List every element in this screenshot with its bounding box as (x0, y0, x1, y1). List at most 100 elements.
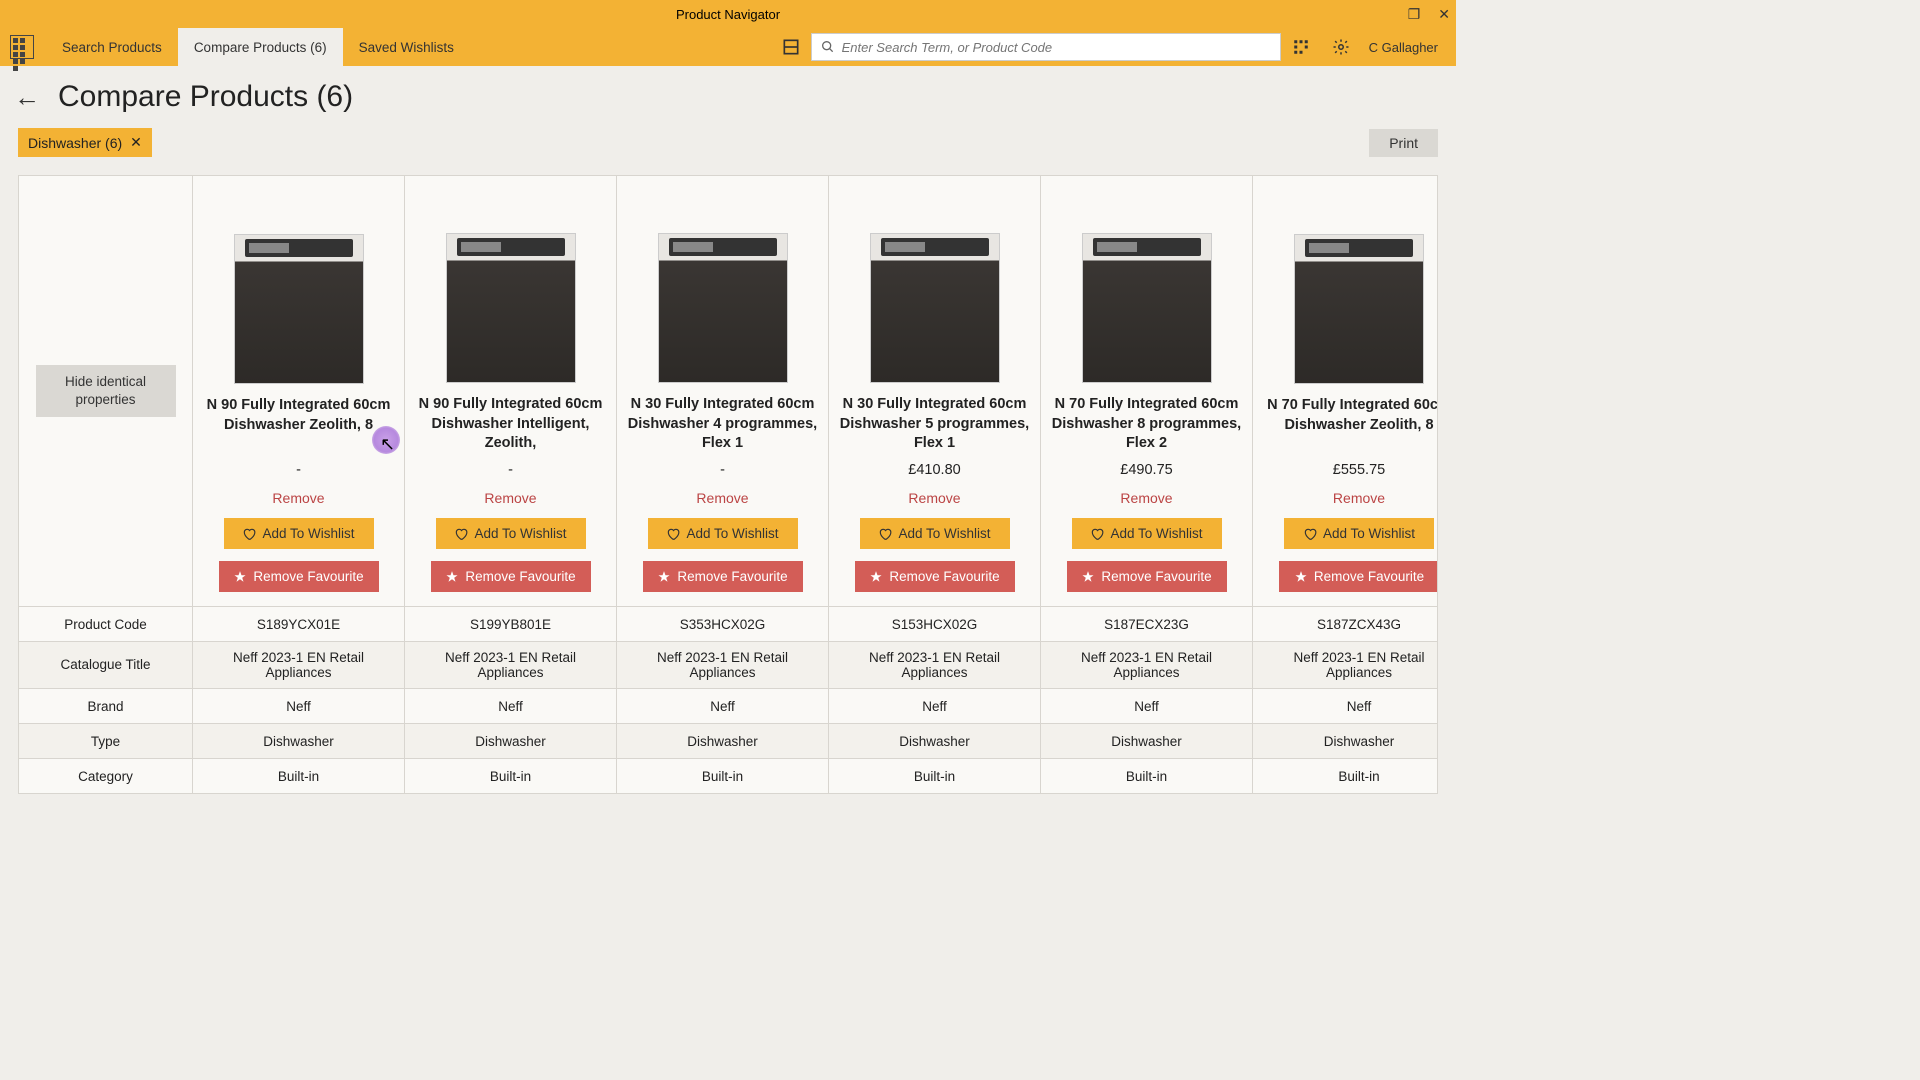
window-titlebar: Product Navigator ❐ ✕ (0, 0, 1456, 28)
remove-favourite-button[interactable]: Remove Favourite (219, 561, 379, 592)
row-value: Built-in (1253, 759, 1438, 793)
product-image[interactable] (870, 233, 1000, 383)
row-value: Neff (617, 689, 828, 723)
heart-icon (454, 527, 468, 541)
window-close-icon[interactable]: ✕ (1438, 6, 1450, 23)
row-label: Catalogue Title (19, 642, 192, 686)
product-column: N 70 Fully Integrated 60cm Dishwasher 8 … (1041, 176, 1253, 606)
add-wishlist-button[interactable]: Add To Wishlist (860, 518, 1010, 549)
product-column: N 90 Fully Integrated 60cm Dishwasher In… (405, 176, 617, 606)
row-value: Neff (1041, 689, 1252, 723)
product-name: N 30 Fully Integrated 60cm Dishwasher 5 … (839, 395, 1030, 454)
remove-link[interactable]: Remove (908, 490, 960, 506)
remove-link[interactable]: Remove (484, 490, 536, 506)
product-column: N 30 Fully Integrated 60cm Dishwasher 5 … (829, 176, 1041, 606)
row-value: Built-in (829, 759, 1040, 793)
star-icon (657, 570, 671, 584)
window-maximize-icon[interactable]: ❐ (1408, 6, 1421, 23)
row-value: Dishwasher (1253, 724, 1438, 758)
row-value: S153HCX02G (829, 607, 1040, 641)
star-icon (233, 570, 247, 584)
back-arrow-icon[interactable]: ← (14, 82, 40, 113)
print-button[interactable]: Print (1369, 129, 1438, 157)
search-input[interactable] (842, 40, 1272, 55)
remove-favourite-button[interactable]: Remove Favourite (1279, 561, 1438, 592)
product-name: N 90 Fully Integrated 60cm Dishwasher Ze… (203, 396, 394, 454)
product-name: N 90 Fully Integrated 60cm Dishwasher In… (415, 395, 606, 454)
table-row: Catalogue TitleNeff 2023-1 EN Retail App… (19, 641, 1437, 688)
remove-favourite-button[interactable]: Remove Favourite (855, 561, 1015, 592)
row-value: Neff 2023-1 EN Retail Appliances (1253, 642, 1438, 688)
remove-favourite-button[interactable]: Remove Favourite (431, 561, 591, 592)
heart-icon (878, 527, 892, 541)
page-title: Compare Products (6) (58, 80, 353, 114)
hide-identical-button[interactable]: Hide identical properties (36, 365, 176, 416)
product-price: £555.75 (1333, 462, 1385, 480)
row-value: Neff 2023-1 EN Retail Appliances (405, 642, 616, 688)
row-value: Neff 2023-1 EN Retail Appliances (193, 642, 404, 688)
filter-chip-label: Dishwasher (6) (28, 135, 122, 151)
product-image[interactable] (234, 234, 364, 384)
product-name: N 70 Fully Integrated 60cm Dishwasher Ze… (1263, 396, 1438, 454)
row-value: S187ZCX43G (1253, 607, 1438, 641)
heart-icon (242, 527, 256, 541)
product-price: - (296, 462, 301, 480)
product-column: N 90 Fully Integrated 60cm Dishwasher Ze… (193, 176, 405, 606)
product-image[interactable] (658, 233, 788, 383)
remove-link[interactable]: Remove (696, 490, 748, 506)
tab-saved-wishlists[interactable]: Saved Wishlists (343, 28, 470, 66)
remove-favourite-button[interactable]: Remove Favourite (1067, 561, 1227, 592)
topbar: Search Products Compare Products (6) Sav… (0, 28, 1456, 66)
product-price: - (508, 462, 513, 480)
close-icon[interactable]: ✕ (130, 134, 142, 151)
add-wishlist-button[interactable]: Add To Wishlist (648, 518, 798, 549)
product-image[interactable] (1294, 234, 1424, 384)
filter-chip-dishwasher[interactable]: Dishwasher (6) ✕ (18, 128, 152, 157)
user-name[interactable]: C Gallagher (1361, 40, 1446, 55)
search-icon (820, 39, 836, 55)
star-icon (445, 570, 459, 584)
add-wishlist-button[interactable]: Add To Wishlist (1072, 518, 1222, 549)
row-value: Neff (405, 689, 616, 723)
row-value: Neff (1253, 689, 1438, 723)
table-row: TypeDishwasherDishwasherDishwasherDishwa… (19, 723, 1437, 758)
product-name: N 70 Fully Integrated 60cm Dishwasher 8 … (1051, 395, 1242, 454)
row-value: S353HCX02G (617, 607, 828, 641)
gear-icon[interactable] (1329, 35, 1353, 59)
product-column: N 70 Fully Integrated 60cm Dishwasher Ze… (1253, 176, 1438, 606)
row-label: Type (19, 724, 192, 758)
remove-link[interactable]: Remove (1120, 490, 1172, 506)
search-box[interactable] (811, 33, 1281, 61)
row-value: Built-in (1041, 759, 1252, 793)
add-wishlist-button[interactable]: Add To Wishlist (1284, 518, 1434, 549)
row-label: Category (19, 759, 192, 793)
heart-icon (666, 527, 680, 541)
product-name: N 30 Fully Integrated 60cm Dishwasher 4 … (627, 395, 818, 454)
add-wishlist-button[interactable]: Add To Wishlist (436, 518, 586, 549)
remove-link[interactable]: Remove (1333, 490, 1385, 506)
row-label: Product Code (19, 607, 192, 641)
remove-link[interactable]: Remove (272, 490, 324, 506)
star-icon (1081, 570, 1095, 584)
product-column: N 30 Fully Integrated 60cm Dishwasher 4 … (617, 176, 829, 606)
add-wishlist-button[interactable]: Add To Wishlist (224, 518, 374, 549)
heart-icon (1090, 527, 1104, 541)
app-menu-icon[interactable] (10, 35, 34, 59)
product-image[interactable] (1082, 233, 1212, 383)
row-value: S199YB801E (405, 607, 616, 641)
row-value: Neff 2023-1 EN Retail Appliances (829, 642, 1040, 688)
product-image[interactable] (446, 233, 576, 383)
heart-icon (1303, 527, 1317, 541)
row-value: Dishwasher (405, 724, 616, 758)
scan-icon[interactable] (779, 35, 803, 59)
product-price: - (720, 462, 725, 480)
row-value: Dishwasher (193, 724, 404, 758)
remove-favourite-button[interactable]: Remove Favourite (643, 561, 803, 592)
tab-compare-products[interactable]: Compare Products (6) (178, 28, 343, 66)
tab-search-products[interactable]: Search Products (46, 28, 178, 66)
table-row: BrandNeffNeffNeffNeffNeffNeff (19, 688, 1437, 723)
window-title: Product Navigator (676, 7, 780, 22)
row-value: Dishwasher (617, 724, 828, 758)
qr-icon[interactable] (1289, 35, 1313, 59)
row-value: Neff 2023-1 EN Retail Appliances (1041, 642, 1252, 688)
